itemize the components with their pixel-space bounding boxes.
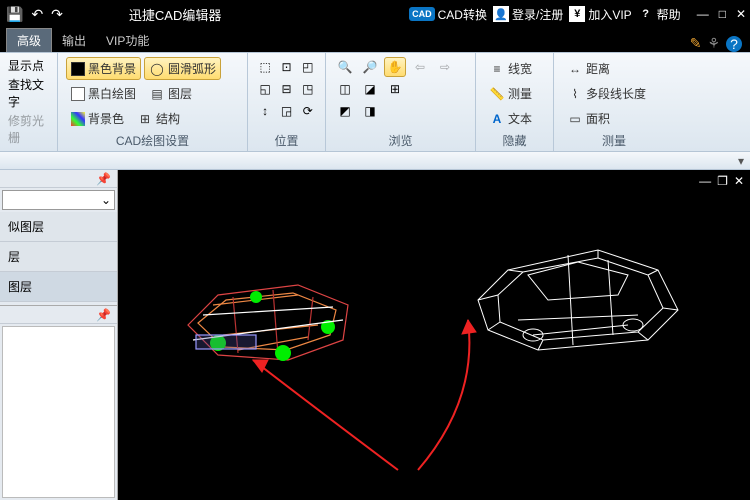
vip-button[interactable]: ¥ 加入VIP [569,6,631,23]
redo-icon[interactable]: ↷ [51,6,63,23]
pan-icon[interactable]: ✋ [384,57,406,77]
ruler-icon: 📏 [489,86,505,102]
pos-icon-3[interactable]: ◰ [299,57,317,77]
find-text-button[interactable]: 查找文字 [8,76,49,110]
browse-icon-1[interactable]: ◫ [334,79,356,99]
browse-icon-4[interactable]: ◩ [334,101,356,121]
chevron-down-icon: ⌄ [101,193,111,207]
side-panel: 📌 ⌄ 似图层 层 图层 📌 [0,170,118,500]
color-square-icon [71,112,85,126]
cad-convert-button[interactable]: CAD CAD转换 [409,6,487,23]
bw-square-icon [71,87,85,101]
structure-button[interactable]: ⊞结构 [132,107,185,130]
pos-icon-7[interactable]: ↕ [256,101,274,121]
nav-right-icon: ⇨ [434,57,456,77]
linewidth-button[interactable]: ≡线宽 [484,57,537,80]
minimize-button[interactable]: — [697,7,709,21]
hide-label: 隐藏 [484,130,545,149]
pos-icon-1[interactable]: ⬚ [256,57,274,77]
help-icon: ? [638,6,654,22]
bw-draw-button[interactable]: 黑白绘图 [66,82,141,105]
nav-left-icon: ⇦ [409,57,431,77]
pos-icon-9[interactable]: ⟳ [299,101,317,121]
help-circle-icon[interactable]: ? [726,36,742,52]
side-blank-area [2,326,115,498]
area-icon: ▭ [567,111,583,127]
pos-icon-2[interactable]: ⊡ [277,57,295,77]
tab-advanced[interactable]: 高级 [6,28,52,52]
yen-icon: ¥ [569,6,585,22]
pos-icon-8[interactable]: ◲ [277,101,295,121]
zoom-in-icon[interactable]: 🔎 [359,57,381,77]
cad-badge-icon: CAD [409,7,435,21]
text-a-icon: A [489,111,505,127]
layer-dropdown[interactable]: ⌄ [2,190,115,210]
tab-vip[interactable]: VIP功能 [96,29,159,52]
position-label: 位置 [256,130,317,149]
trim-grid-button: 修剪光栅 [8,112,49,146]
arc-icon: ◯ [149,61,165,77]
zoom-out-icon[interactable]: 🔍 [334,57,356,77]
draw-group-label: CAD绘图设置 [66,130,239,149]
close-button[interactable]: ✕ [736,7,746,21]
structure-icon: ⊞ [137,111,153,127]
smooth-arc-button[interactable]: ◯圆滑弧形 [144,57,221,80]
user-icon: 👤 [493,6,509,22]
distance-icon: ↔ [567,61,583,77]
distance-button[interactable]: ↔距离 [562,57,615,80]
black-square-icon [71,62,85,76]
browse-icon-3[interactable]: ⊞ [384,79,406,99]
show-points-button[interactable]: 显示点 [8,57,44,74]
pin-icon[interactable]: 📌 [96,172,111,186]
pin-icon-2[interactable]: 📌 [96,308,111,322]
polyline-icon: ⌇ [567,86,583,102]
text-button[interactable]: A文本 [484,107,537,130]
tab-output[interactable]: 输出 [52,29,96,52]
list-item[interactable]: 似图层 [0,212,117,242]
measure-button[interactable]: 📏测量 [484,82,537,105]
layer-button[interactable]: ▤图层 [144,82,197,105]
linewidth-icon: ≡ [489,61,505,77]
list-item[interactable]: 图层 [0,272,117,302]
browse-icon-2[interactable]: ◪ [359,79,381,99]
measure-group-label: 测量 [562,130,666,149]
help-button[interactable]: ? 帮助 [638,6,681,23]
pos-icon-6[interactable]: ◳ [299,79,317,99]
edit-icon[interactable]: ✎ [690,35,702,52]
polyline-len-button[interactable]: ⌇多段线长度 [562,82,651,105]
save-icon[interactable]: 💾 [6,6,23,23]
collapse-icon[interactable]: ▾ [738,154,744,168]
maximize-button[interactable]: □ [719,7,726,21]
app-title: 迅捷CAD编辑器 [129,5,221,24]
area-button[interactable]: ▭面积 [562,107,615,130]
bg-color-button[interactable]: 背景色 [66,107,129,130]
list-item[interactable]: 层 [0,242,117,272]
browse-label: 浏览 [334,130,467,149]
link-icon[interactable]: ⚘ [707,35,720,52]
pos-icon-5[interactable]: ⊟ [277,79,295,99]
login-button[interactable]: 👤 登录/注册 [493,6,563,23]
drawing-canvas[interactable]: — ❐ ✕ [118,170,750,500]
pos-icon-4[interactable]: ◱ [256,79,274,99]
layer-icon: ▤ [149,86,165,102]
black-bg-button[interactable]: 黑色背景 [66,57,141,80]
browse-icon-5[interactable]: ◨ [359,101,381,121]
undo-icon[interactable]: ↶ [31,6,43,23]
